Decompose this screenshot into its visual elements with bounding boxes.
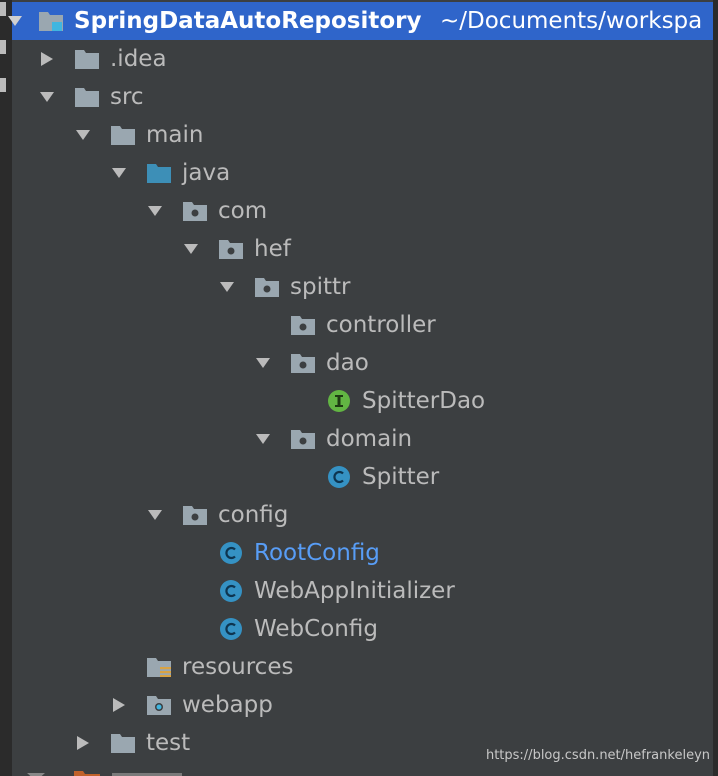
watermark-url: https://blog.csdn.net/hefrankeleyn — [485, 748, 710, 763]
tree-row-label: main — [146, 122, 204, 148]
tree-row-domain[interactable]: domain — [12, 420, 713, 458]
tree-row-label: dao — [326, 350, 369, 376]
tree-row-label: src — [110, 84, 144, 110]
folder-icon — [110, 731, 136, 755]
package-icon — [182, 199, 208, 223]
tree-row-resources[interactable]: resources — [12, 648, 713, 686]
source-folder-icon — [146, 161, 172, 185]
tree-row-spitter[interactable]: Spitter — [12, 458, 713, 496]
interface-icon — [326, 389, 352, 413]
tree-row-label: spittr — [290, 274, 351, 300]
tree-row-rootconfig[interactable]: RootConfig — [12, 534, 713, 572]
tree-row-label: resources — [182, 654, 294, 680]
left-gutter — [0, 0, 12, 776]
chevron-down-icon[interactable] — [110, 165, 128, 181]
tree-row-label: config — [218, 502, 289, 528]
project-name: SpringDataAutoRepository — [74, 8, 422, 34]
gutter-marker — [0, 40, 6, 54]
tree-row-label: com — [218, 198, 268, 224]
package-icon — [290, 351, 316, 375]
tree-row-label: RootConfig — [254, 540, 380, 566]
tree-row-webappinitializer[interactable]: WebAppInitializer — [12, 572, 713, 610]
package-icon — [182, 503, 208, 527]
package-icon — [254, 275, 280, 299]
folder-icon — [74, 47, 100, 71]
tree-row-partial — [12, 764, 713, 776]
tree-row-spittr[interactable]: spittr — [12, 268, 713, 306]
tree-row-idea[interactable]: .idea — [12, 40, 713, 78]
chevron-right-icon[interactable] — [110, 697, 128, 713]
tree-row-label: hef — [254, 236, 291, 262]
tree-row-src[interactable]: src — [12, 78, 713, 116]
tree-row-java[interactable]: java — [12, 154, 713, 192]
package-icon — [290, 427, 316, 451]
folder-icon — [110, 123, 136, 147]
tree-row-label: webapp — [182, 692, 273, 718]
chevron-down-icon[interactable] — [6, 13, 24, 29]
web-folder-icon — [146, 693, 172, 717]
class-icon — [218, 541, 244, 565]
tree-row-label: domain — [326, 426, 413, 452]
project-folder-icon — [38, 9, 64, 33]
chevron-right-icon[interactable] — [74, 735, 92, 751]
tree-row-label: .idea — [110, 46, 167, 72]
tree-row-spitterdao[interactable]: SpitterDao — [12, 382, 713, 420]
tree-row-label: controller — [326, 312, 436, 338]
tree-row-webapp[interactable]: webapp — [12, 686, 713, 724]
tree-row-label: java — [182, 160, 231, 186]
tree-row-hef[interactable]: hef — [12, 230, 713, 268]
tree-row-com[interactable]: com — [12, 192, 713, 230]
chevron-right-icon[interactable] — [38, 51, 56, 67]
tree-row-label: SpitterDao — [362, 388, 486, 414]
tree-row-label: test — [146, 730, 191, 756]
chevron-down-icon[interactable] — [38, 89, 56, 105]
folder-icon — [74, 85, 100, 109]
class-icon — [218, 579, 244, 603]
tree-row-project-root[interactable]: SpringDataAutoRepository ~/Documents/wor… — [8, 2, 713, 40]
tree-row-label: WebAppInitializer — [254, 578, 455, 604]
package-icon — [290, 313, 316, 337]
chevron-down-icon[interactable] — [254, 355, 272, 371]
chevron-down-icon[interactable] — [182, 241, 200, 257]
class-icon — [326, 465, 352, 489]
package-icon — [218, 237, 244, 261]
tree-row-dao[interactable]: dao — [12, 344, 713, 382]
class-icon — [218, 617, 244, 641]
chevron-down-icon[interactable] — [146, 203, 164, 219]
chevron-down-icon[interactable] — [146, 507, 164, 523]
tree-row-main[interactable]: main — [12, 116, 713, 154]
resources-folder-icon — [146, 655, 172, 679]
chevron-down-icon[interactable] — [74, 127, 92, 143]
right-border — [713, 0, 718, 776]
tree-row-controller[interactable]: controller — [12, 306, 713, 344]
chevron-down-icon[interactable] — [254, 431, 272, 447]
project-tool-window: SpringDataAutoRepository ~/Documents/wor… — [0, 0, 718, 776]
project-path: ~/Documents/workspa — [440, 8, 703, 34]
tree-row-config[interactable]: config — [12, 496, 713, 534]
gutter-marker — [0, 78, 6, 92]
chevron-down-icon[interactable] — [218, 279, 236, 295]
tree-row-label: Spitter — [362, 464, 440, 490]
tree-row-webconfig[interactable]: WebConfig — [12, 610, 713, 648]
tree-row-label: WebConfig — [254, 616, 378, 642]
